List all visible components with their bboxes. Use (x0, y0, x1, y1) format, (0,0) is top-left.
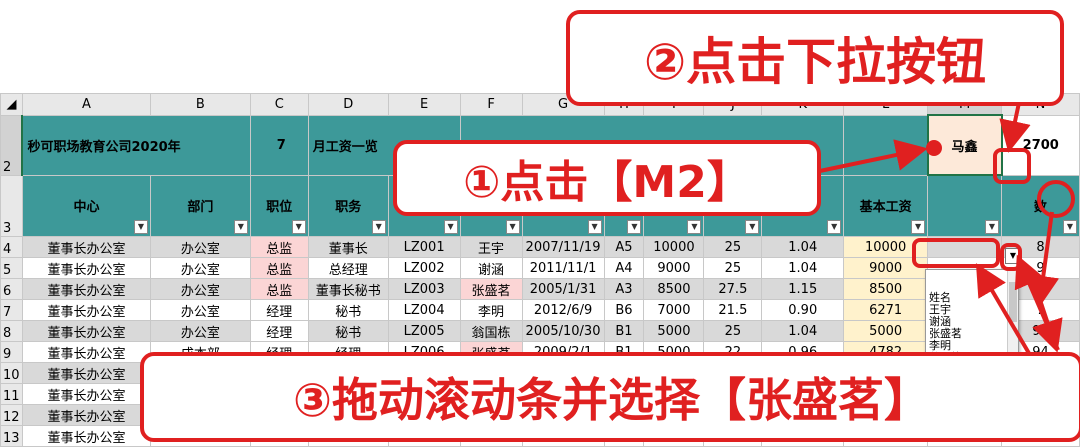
selection-ring (912, 238, 1000, 268)
step1-callout: ①点击【M2】 (393, 140, 821, 216)
dropdown-button-ring (993, 148, 1031, 184)
step3-callout: ③拖动滚动条并选择【张盛茗】 (140, 352, 1080, 442)
step2-callout: ②点击下拉按钮 (566, 10, 1064, 106)
scrollbar-ring (1037, 180, 1075, 218)
scroll-ring-top (1000, 243, 1022, 271)
click-dot (926, 140, 942, 156)
